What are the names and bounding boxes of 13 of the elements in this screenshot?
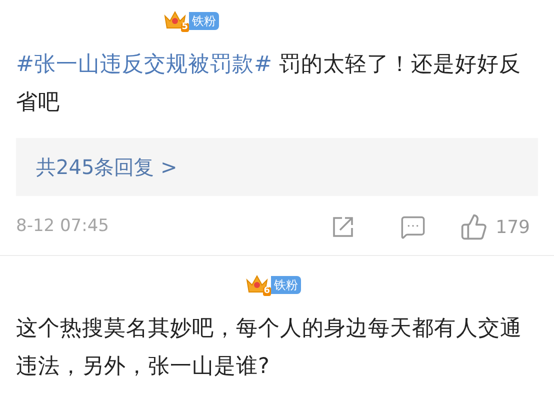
comment-text: #张一山违反交规被罚款# 罚的太轻了！还是好好反省吧 xyxy=(16,51,522,117)
like-count: 179 xyxy=(496,216,530,240)
crown-icon xyxy=(163,10,187,30)
crown-icon xyxy=(245,274,269,294)
fan-tag: 铁粉 xyxy=(189,12,219,30)
replies-link[interactable]: 共245条回复 > xyxy=(36,152,178,182)
comment-icon[interactable] xyxy=(400,214,426,240)
timestamp: 8-12 07:45 xyxy=(16,215,109,238)
share-icon[interactable] xyxy=(330,215,355,239)
topic-link[interactable]: #张一山违反交规被罚款# xyxy=(16,52,272,77)
like-icon[interactable] xyxy=(460,213,488,241)
comment-text: 这个热搜莫名其妙吧，每个人的身边每天都有人交通违法，另外，张一山是谁? xyxy=(16,315,523,381)
fan-tag: 铁粉 xyxy=(271,276,301,294)
